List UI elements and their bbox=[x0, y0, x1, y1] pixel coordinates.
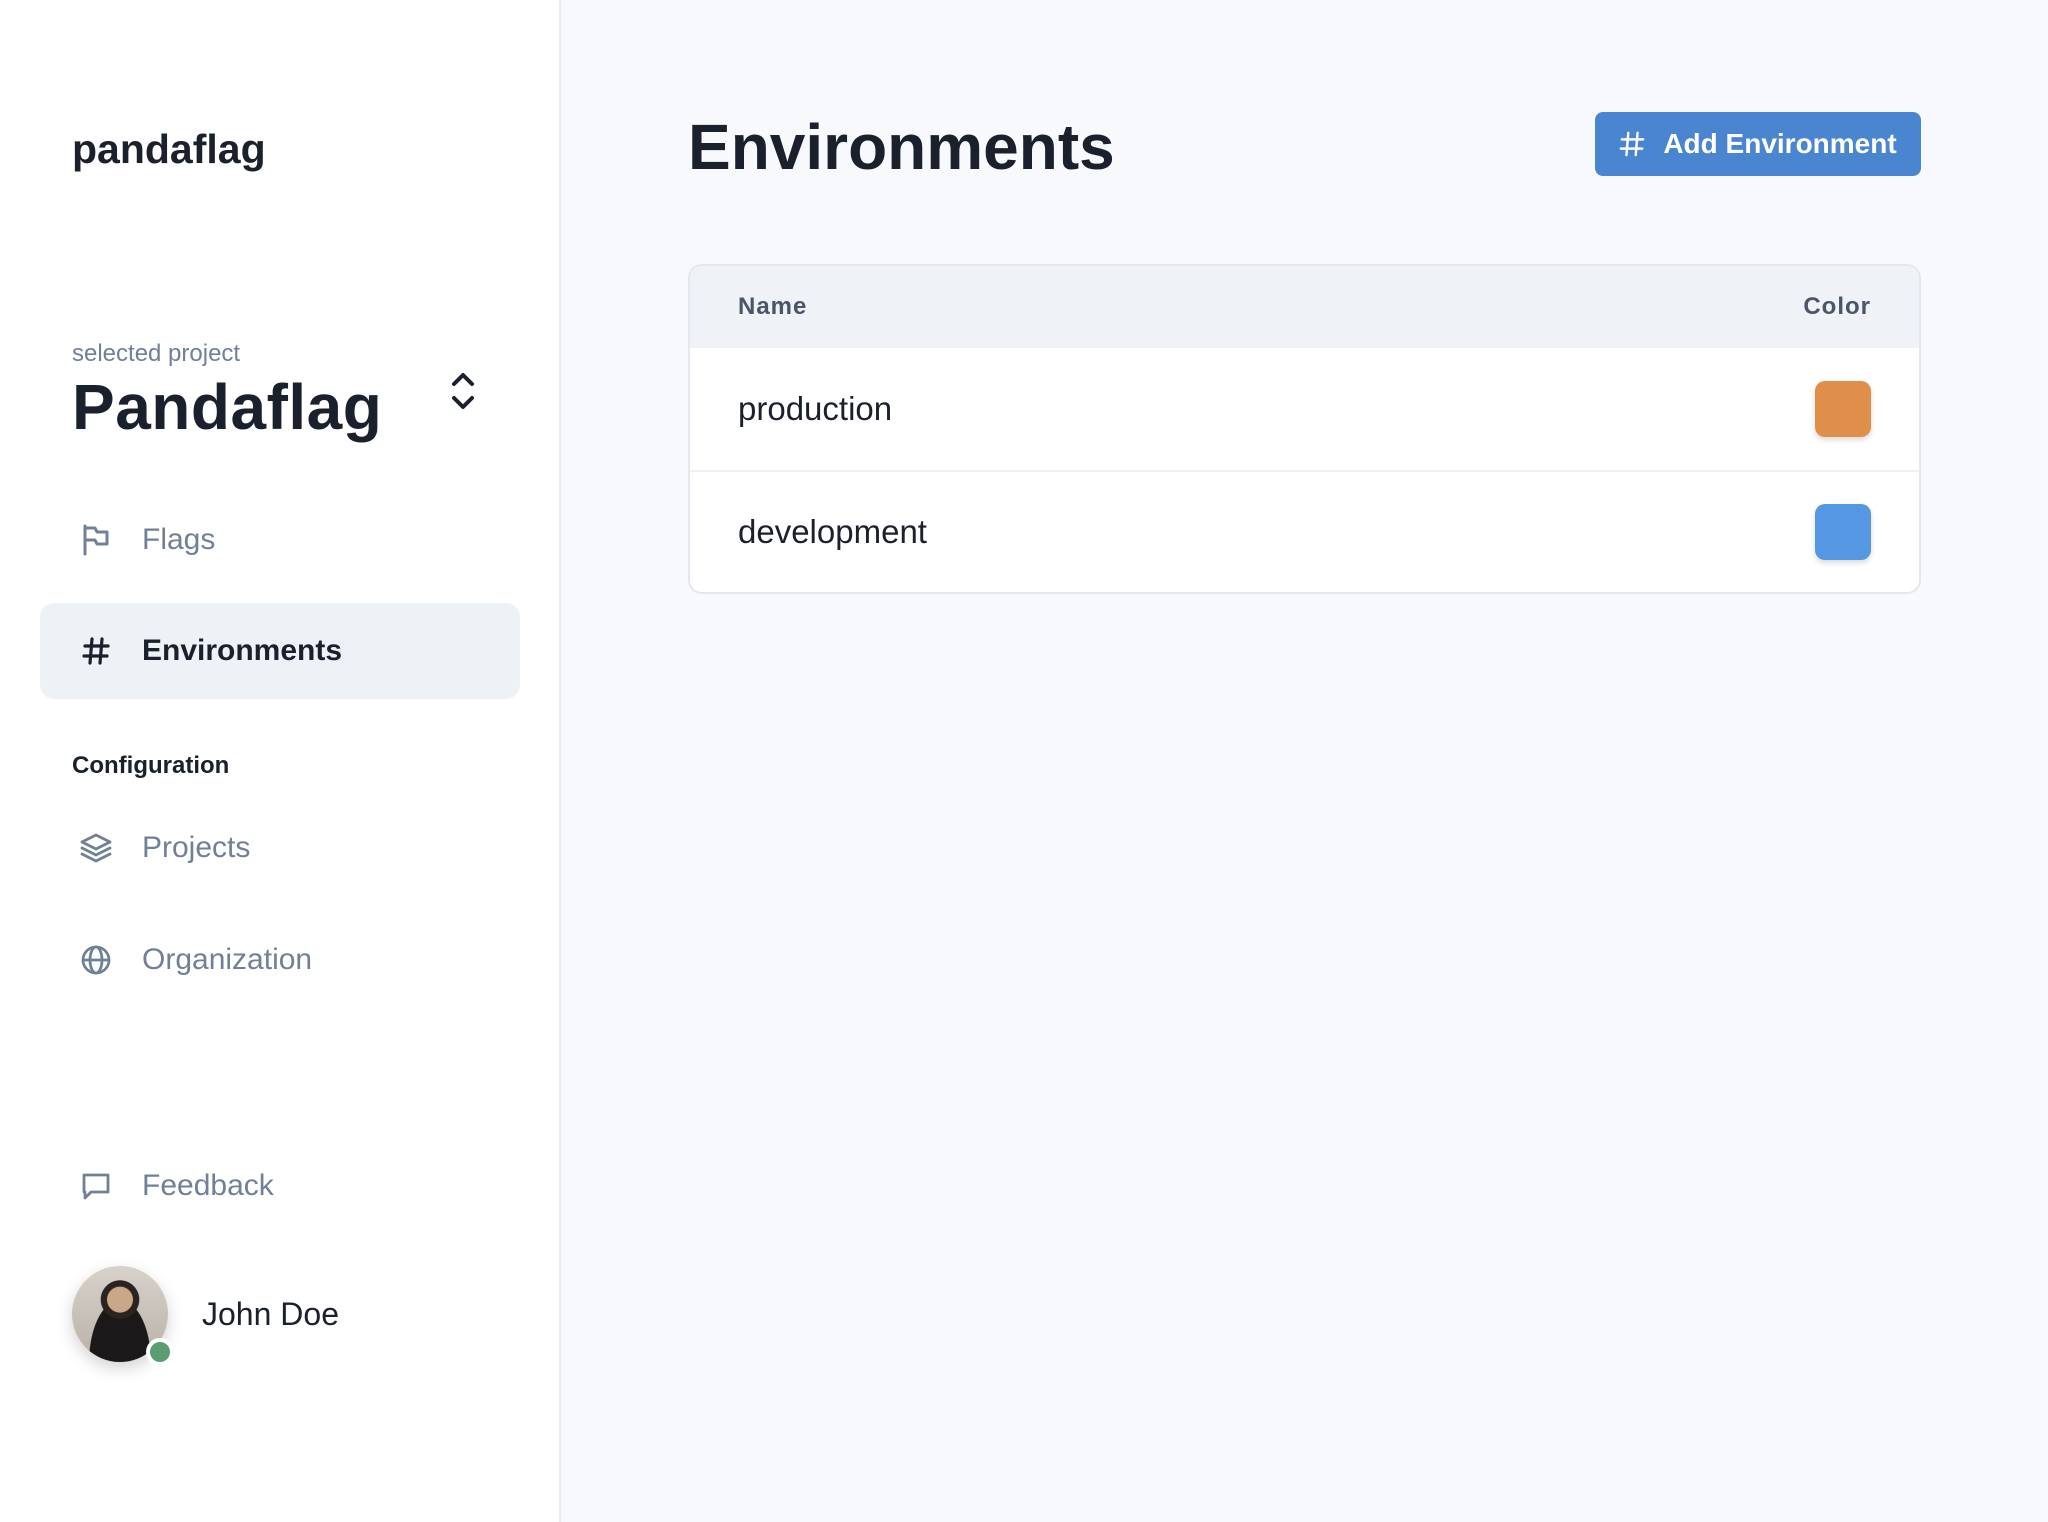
avatar[interactable] bbox=[72, 1266, 174, 1366]
hash-icon bbox=[80, 635, 112, 667]
app-root: pandaflag selected project Pandaflag Fla… bbox=[0, 0, 2048, 1522]
sidebar-item-projects[interactable]: Projects bbox=[40, 800, 520, 896]
environment-name: production bbox=[738, 390, 893, 427]
page-title: Environments bbox=[688, 111, 1115, 183]
configuration-section-title: Configuration bbox=[72, 752, 230, 779]
user-profile[interactable]: John Doe bbox=[72, 1266, 339, 1366]
chevron-up-down-icon[interactable] bbox=[448, 370, 478, 412]
sidebar: pandaflag selected project Pandaflag Fla… bbox=[0, 0, 561, 1522]
globe-icon bbox=[80, 944, 112, 976]
sidebar-item-label: Organization bbox=[142, 943, 313, 976]
selected-project-label: selected project bbox=[72, 340, 241, 367]
flag-icon bbox=[80, 524, 112, 556]
table-body: production development bbox=[690, 348, 1919, 592]
app-logo[interactable]: pandaflag bbox=[72, 126, 266, 173]
message-square-icon bbox=[80, 1170, 112, 1202]
sidebar-item-label: Feedback bbox=[142, 1169, 274, 1202]
environment-color-swatch[interactable] bbox=[1815, 381, 1871, 437]
sidebar-item-flags[interactable]: Flags bbox=[40, 492, 520, 588]
environment-color-swatch[interactable] bbox=[1815, 504, 1871, 560]
layers-icon bbox=[80, 832, 112, 864]
sidebar-item-label: Flags bbox=[142, 523, 216, 556]
column-header-color: Color bbox=[1803, 293, 1871, 320]
table-row[interactable]: production bbox=[690, 348, 1919, 470]
sidebar-item-feedback[interactable]: Feedback bbox=[40, 1138, 520, 1234]
selected-project-name[interactable]: Pandaflag bbox=[72, 370, 382, 444]
sidebar-item-label: Environments bbox=[142, 634, 343, 667]
sidebar-item-organization[interactable]: Organization bbox=[40, 912, 520, 1008]
sidebar-item-label: Projects bbox=[142, 831, 251, 864]
main-content: Environments Add Environment Name Color … bbox=[561, 0, 2048, 1522]
online-status-dot bbox=[146, 1338, 174, 1366]
add-environment-button[interactable]: Add Environment bbox=[1595, 112, 1921, 176]
table-header: Name Color bbox=[690, 266, 1919, 348]
table-row[interactable]: development bbox=[690, 470, 1919, 592]
column-header-name: Name bbox=[738, 293, 808, 320]
environment-name: development bbox=[738, 513, 927, 550]
hash-icon bbox=[1619, 131, 1645, 157]
add-environment-label: Add Environment bbox=[1663, 128, 1897, 159]
user-name: John Doe bbox=[202, 1295, 339, 1332]
sidebar-item-environments[interactable]: Environments bbox=[40, 603, 520, 699]
environments-table: Name Color production development bbox=[688, 264, 1921, 594]
